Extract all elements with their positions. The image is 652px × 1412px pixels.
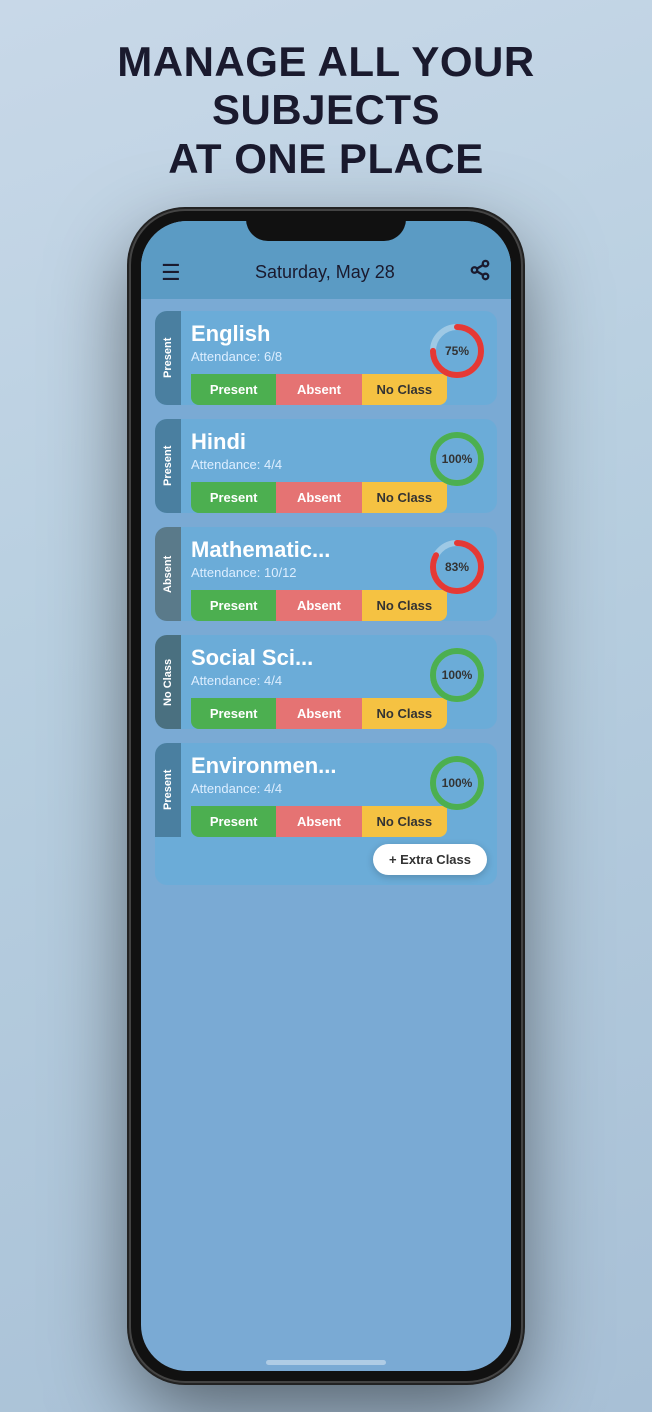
subject-name-social: Social Sci... (191, 645, 447, 671)
attendance-label-social: Attendance: 4/4 (191, 673, 447, 688)
btn-absent-hindi[interactable]: Absent (276, 482, 361, 513)
btn-present-english[interactable]: Present (191, 374, 276, 405)
btn-absent-social[interactable]: Absent (276, 698, 361, 729)
action-bar-social: PresentAbsentNo Class (191, 698, 447, 729)
menu-icon[interactable]: ☰ (161, 260, 181, 286)
share-icon[interactable] (469, 259, 491, 287)
subject-name-environment: Environmen... (191, 753, 447, 779)
donut-text-math: 83% (445, 560, 469, 574)
attendance-label-environment: Attendance: 4/4 (191, 781, 447, 796)
date-label: Saturday, May 28 (255, 262, 395, 283)
subject-name-english: English (191, 321, 447, 347)
btn-present-math[interactable]: Present (191, 590, 276, 621)
action-bar-environment: PresentAbsentNo Class (191, 806, 447, 837)
donut-math: 83% (427, 537, 487, 597)
subject-card-environment: Present Environmen... Attendance: 4/4 Prese… (155, 743, 497, 885)
donut-english: 75% (427, 321, 487, 381)
subject-card-hindi: PresentHindiAttendance: 4/4PresentAbsent… (155, 419, 497, 513)
page-title: MANAGE ALL YOUR SUBJECTS AT ONE PLACE (117, 38, 534, 183)
donut-environment: 100% (427, 753, 487, 813)
notch (246, 211, 406, 241)
subject-card-social: No Class Social Sci... Attendance: 4/4 Pres… (155, 635, 497, 729)
content-scroll[interactable]: PresentEnglishAttendance: 6/8PresentAbse… (141, 299, 511, 1369)
status-tab-english: Present (155, 311, 181, 405)
phone-shell: ☰ Saturday, May 28 Present English Attenda… (131, 211, 521, 1381)
status-tab-hindi: Present (155, 419, 181, 513)
btn-absent-math[interactable]: Absent (276, 590, 361, 621)
action-bar-hindi: PresentAbsentNo Class (191, 482, 447, 513)
donut-text-hindi: 100% (442, 452, 473, 466)
attendance-label-hindi: Attendance: 4/4 (191, 457, 447, 472)
subject-card-english: PresentEnglishAttendance: 6/8PresentAbse… (155, 311, 497, 405)
home-indicator (266, 1360, 386, 1365)
btn-present-social[interactable]: Present (191, 698, 276, 729)
donut-text-environment: 100% (442, 776, 473, 790)
donut-text-social: 100% (442, 668, 473, 682)
attendance-label-math: Attendance: 10/12 (191, 565, 447, 580)
subject-card-math: Absent Mathematic... Attendance: 10/12 Pres… (155, 527, 497, 621)
donut-text-english: 75% (445, 344, 469, 358)
attendance-label-english: Attendance: 6/8 (191, 349, 447, 364)
btn-absent-english[interactable]: Absent (276, 374, 361, 405)
status-tab-social: No Class (155, 635, 181, 729)
extra-class-btn-environment[interactable]: + Extra Class (373, 844, 487, 875)
btn-present-hindi[interactable]: Present (191, 482, 276, 513)
donut-social: 100% (427, 645, 487, 705)
action-bar-english: PresentAbsentNo Class (191, 374, 447, 405)
subject-name-hindi: Hindi (191, 429, 447, 455)
subject-name-math: Mathematic... (191, 537, 447, 563)
status-tab-math: Absent (155, 527, 181, 621)
screen: ☰ Saturday, May 28 Present English Attenda… (141, 221, 511, 1371)
status-tab-environment: Present (155, 743, 181, 837)
action-bar-math: PresentAbsentNo Class (191, 590, 447, 621)
btn-present-environment[interactable]: Present (191, 806, 276, 837)
donut-hindi: 100% (427, 429, 487, 489)
btn-absent-environment[interactable]: Absent (276, 806, 361, 837)
